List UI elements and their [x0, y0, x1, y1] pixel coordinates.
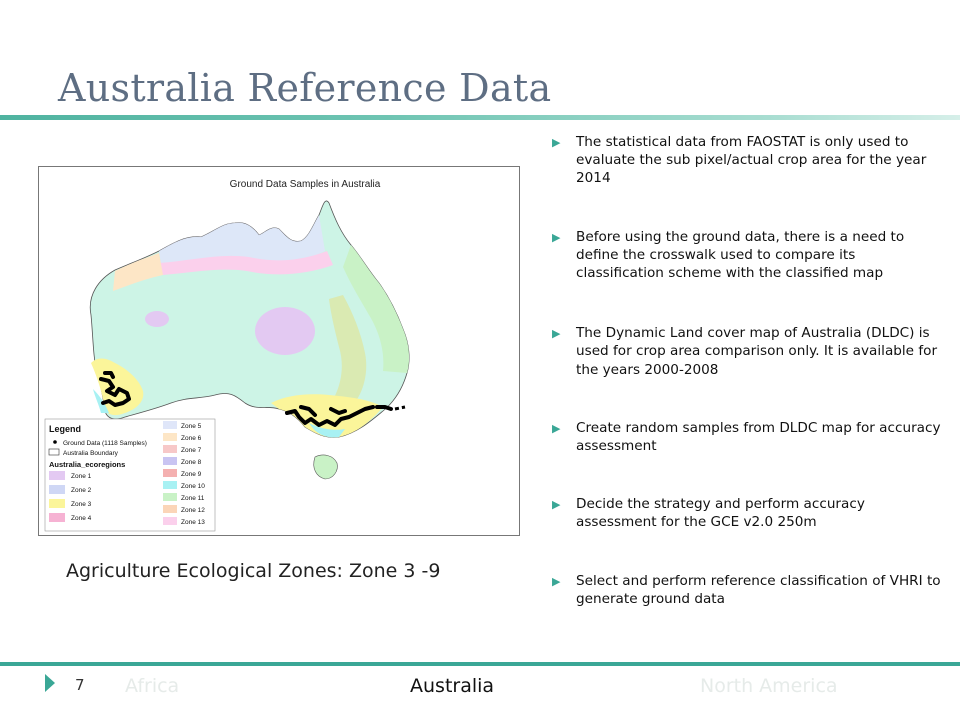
bullet-item: ▶ Decide the strategy and perform accura…	[552, 495, 942, 531]
nav-current-australia[interactable]: Australia	[410, 675, 494, 697]
zone-5-label: Zone 5	[181, 423, 202, 430]
ground-data-map: Ground Data Samples in Australia Legend …	[38, 166, 520, 536]
zone-9-swatch	[163, 469, 177, 477]
legend-heading: Legend	[49, 424, 81, 434]
bullet-arrow-icon: ▶	[552, 498, 561, 512]
zone-11-label: Zone 11	[181, 495, 205, 502]
bullet-item: ▶ The Dynamic Land cover map of Australi…	[552, 324, 942, 379]
bullet-arrow-icon: ▶	[552, 136, 561, 149]
boundary-swatch	[48, 448, 60, 456]
sample-point-swatch	[53, 440, 57, 444]
nav-link-africa[interactable]: Africa	[125, 675, 179, 697]
zone-9-label: Zone 9	[181, 471, 202, 478]
bullet-item: ▶ The statistical data from FAOSTAT is o…	[552, 133, 942, 188]
footer-arrow-icon	[45, 674, 55, 692]
zone-10-label: Zone 10	[181, 483, 205, 490]
zone-2-swatch	[49, 485, 65, 494]
bullet-text: Create random samples from DLDC map for …	[576, 419, 941, 455]
legend-boundary-label: Australia Boundary	[63, 450, 119, 457]
page-number: 7	[75, 676, 85, 694]
footer-divider	[0, 662, 960, 666]
bullet-arrow-icon: ▶	[552, 230, 561, 244]
bullet-arrow-icon: ▶	[552, 574, 561, 588]
zone-13-label: Zone 13	[181, 519, 205, 526]
samples-southeast-dash	[394, 405, 406, 411]
nav-link-north-america[interactable]: North America	[700, 675, 838, 697]
map-title: Ground Data Samples in Australia	[230, 179, 381, 190]
zone-1-label: Zone 1	[71, 473, 92, 480]
zone-5-swatch	[163, 421, 177, 429]
bullet-text: Select and perform reference classificat…	[576, 572, 941, 607]
bullet-text: Before using the ground data, there is a…	[576, 228, 905, 282]
zone-7-label: Zone 7	[181, 447, 202, 454]
zone-west-lavender	[145, 311, 169, 327]
map-figure: Ground Data Samples in Australia Legend …	[44, 179, 410, 532]
slide-title: Australia Reference Data	[58, 66, 552, 110]
zone-11-swatch	[163, 493, 177, 501]
bullet-text: The statistical data from FAOSTAT is onl…	[576, 134, 927, 187]
zone-4-label: Zone 4	[71, 515, 92, 522]
bullet-list: ▶ The statistical data from FAOSTAT is o…	[552, 133, 942, 608]
zone-2-label: Zone 2	[71, 487, 92, 494]
bullet-item: ▶ Select and perform reference classific…	[552, 572, 942, 608]
bullet-item: ▶ Create random samples from DLDC map fo…	[552, 419, 942, 455]
zone-4-swatch	[49, 513, 65, 522]
bullet-arrow-icon: ▶	[552, 421, 561, 435]
zone-3-swatch	[49, 499, 65, 508]
zone-central-lavender	[255, 307, 315, 355]
tasmania	[313, 454, 338, 480]
zone-13-swatch	[163, 517, 177, 525]
zone-8-label: Zone 8	[181, 459, 202, 466]
bullet-text: The Dynamic Land cover map of Australia …	[576, 325, 938, 378]
bullet-text: Decide the strategy and perform accuracy…	[576, 496, 865, 531]
zone-3-label: Zone 3	[71, 501, 92, 508]
title-divider	[0, 115, 960, 120]
zone-6-swatch	[163, 433, 177, 441]
zone-8-swatch	[163, 457, 177, 465]
bullet-item: ▶ Before using the ground data, there is…	[552, 228, 942, 283]
zone-6-label: Zone 6	[181, 435, 202, 442]
zone-1-swatch	[49, 471, 65, 480]
legend-samples-label: Ground Data (1118 Samples)	[63, 440, 147, 447]
zone-12-swatch	[163, 505, 177, 513]
map-caption: Agriculture Ecological Zones: Zone 3 -9	[66, 560, 441, 582]
zone-12-label: Zone 12	[181, 507, 205, 514]
bullet-arrow-icon: ▶	[552, 327, 561, 341]
zone-10-swatch	[163, 481, 177, 489]
zone-7-swatch	[163, 445, 177, 453]
legend-ecoregions-heading: Australia_ecoregions	[49, 460, 125, 469]
